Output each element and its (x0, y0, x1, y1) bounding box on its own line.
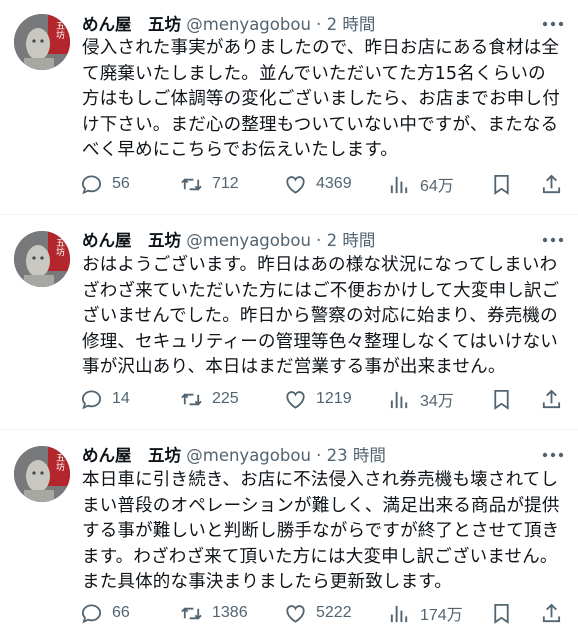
bookmark-icon (494, 603, 509, 624)
retweet-count: 712 (212, 175, 239, 192)
views-button[interactable]: 34万 (388, 384, 454, 414)
tweet[interactable]: 五坊 めん屋 五坊 @menyagobou · 2 時間 おはようございます。昨… (0, 215, 578, 430)
reply-count: 66 (112, 604, 130, 621)
retweet-icon (181, 177, 202, 191)
retweet-icon (181, 606, 202, 620)
bookmark-icon (494, 174, 509, 195)
reply-icon (81, 389, 102, 409)
retweet-button[interactable]: 1386 (180, 598, 248, 628)
user-handle[interactable]: @menyagobou (186, 231, 311, 250)
views-icon (390, 605, 408, 622)
like-icon (286, 390, 305, 409)
dot-separator: · (316, 15, 322, 34)
bookmark-icon (494, 389, 509, 410)
view-count: 64万 (420, 178, 454, 195)
share-button[interactable] (540, 169, 572, 199)
like-count: 1219 (316, 390, 352, 407)
display-name[interactable]: めん屋 五坊 (82, 231, 181, 250)
share-icon (542, 603, 561, 622)
more-icon[interactable] (542, 450, 564, 460)
view-count: 34万 (420, 393, 454, 410)
retweet-button[interactable]: 225 (180, 384, 239, 414)
retweet-icon (181, 392, 202, 406)
views-icon (390, 176, 408, 193)
reply-button[interactable]: 14 (80, 384, 130, 414)
reply-icon (81, 603, 102, 623)
like-button[interactable]: 5222 (284, 598, 352, 628)
views-button[interactable]: 174万 (388, 598, 463, 628)
like-icon (286, 604, 305, 623)
retweet-count: 225 (212, 390, 239, 407)
reply-button[interactable]: 56 (80, 169, 130, 199)
user-handle[interactable]: @menyagobou (186, 446, 311, 465)
like-count: 5222 (316, 604, 352, 621)
share-icon (542, 389, 561, 408)
reply-count: 56 (112, 175, 130, 192)
bookmark-button[interactable] (490, 169, 522, 199)
like-button[interactable]: 1219 (284, 384, 352, 414)
reply-icon (81, 174, 102, 194)
view-count: 174万 (420, 607, 463, 624)
retweet-count: 1386 (212, 604, 248, 621)
views-icon (390, 391, 408, 408)
reply-button[interactable]: 66 (80, 598, 130, 628)
avatar-badge: 五坊 (54, 21, 65, 40)
dot-separator: · (316, 231, 322, 250)
like-icon (286, 175, 305, 194)
more-icon[interactable] (542, 235, 564, 245)
more-icon[interactable] (542, 19, 564, 29)
tweet-text: おはようございます。昨日はあの様な状況になってしまいわ ざわざ来ていただいた方に… (82, 255, 560, 378)
tweet[interactable]: 五坊 めん屋 五坊 @menyagobou · 23 時間 本日車に引き続き、お… (0, 430, 578, 640)
avatar[interactable]: 五坊 (14, 446, 70, 502)
display-name[interactable]: めん屋 五坊 (82, 15, 181, 34)
reply-count: 14 (112, 390, 130, 407)
user-handle[interactable]: @menyagobou (186, 15, 311, 34)
share-button[interactable] (540, 598, 572, 628)
avatar[interactable]: 五坊 (14, 14, 70, 70)
avatar[interactable]: 五坊 (14, 231, 70, 287)
like-button[interactable]: 4369 (284, 169, 352, 199)
views-button[interactable]: 64万 (388, 169, 454, 199)
timestamp[interactable]: 2 時間 (327, 231, 376, 250)
bookmark-button[interactable] (490, 384, 522, 414)
share-icon (542, 174, 561, 193)
share-button[interactable] (540, 384, 572, 414)
retweet-button[interactable]: 712 (180, 169, 239, 199)
tweet[interactable]: 五坊 めん屋 五坊 @menyagobou · 2 時間 侵入された事実がありま… (0, 0, 578, 215)
bookmark-button[interactable] (490, 598, 522, 628)
avatar-badge: 五坊 (54, 238, 65, 257)
tweet-text: 本日車に引き続き、お店に不法侵入され券売機も壊されてし まい普段のオペレーション… (82, 470, 560, 593)
timestamp[interactable]: 2 時間 (327, 15, 376, 34)
avatar-badge: 五坊 (54, 453, 65, 472)
dot-separator: · (316, 446, 322, 465)
like-count: 4369 (316, 175, 352, 192)
tweet-text: 侵入された事実がありましたので、昨日お店にある食材は全 て廃棄いたしました。並ん… (82, 38, 560, 161)
display-name[interactable]: めん屋 五坊 (82, 446, 181, 465)
timestamp[interactable]: 23 時間 (327, 446, 386, 465)
